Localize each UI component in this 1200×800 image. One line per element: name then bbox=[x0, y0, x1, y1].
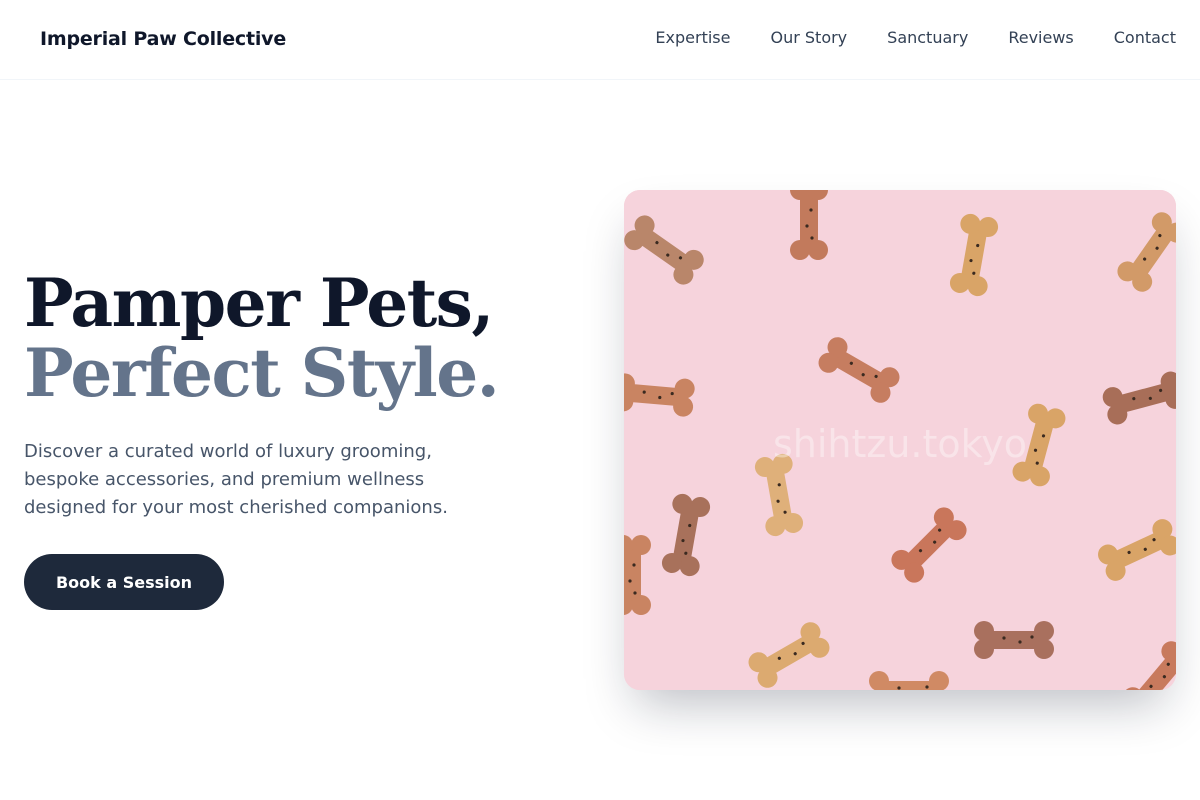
nav-link-sanctuary[interactable]: Sanctuary bbox=[887, 28, 968, 48]
dog-bone-biscuits-illustration bbox=[624, 190, 1176, 690]
book-session-button[interactable]: Book a Session bbox=[24, 554, 224, 610]
nav-links: Expertise Our Story Sanctuary Reviews Co… bbox=[655, 28, 1176, 48]
nav-link-expertise[interactable]: Expertise bbox=[655, 28, 730, 48]
hero-title: Pamper Pets, Perfect Style. bbox=[24, 264, 500, 412]
nav-link-contact[interactable]: Contact bbox=[1114, 28, 1176, 48]
nav-link-our-story[interactable]: Our Story bbox=[770, 28, 847, 48]
brand-logo-text[interactable]: Imperial Paw Collective bbox=[40, 28, 286, 50]
hero-image: shihtzu.tokyo bbox=[624, 190, 1176, 690]
nav-link-reviews[interactable]: Reviews bbox=[1008, 28, 1073, 48]
hero-title-line-1: Pamper Pets, bbox=[24, 264, 494, 342]
hero-description: Discover a curated world of luxury groom… bbox=[24, 441, 448, 518]
top-navbar: Imperial Paw Collective Expertise Our St… bbox=[0, 0, 1200, 80]
hero-title-line-2: Perfect Style. bbox=[24, 334, 500, 412]
